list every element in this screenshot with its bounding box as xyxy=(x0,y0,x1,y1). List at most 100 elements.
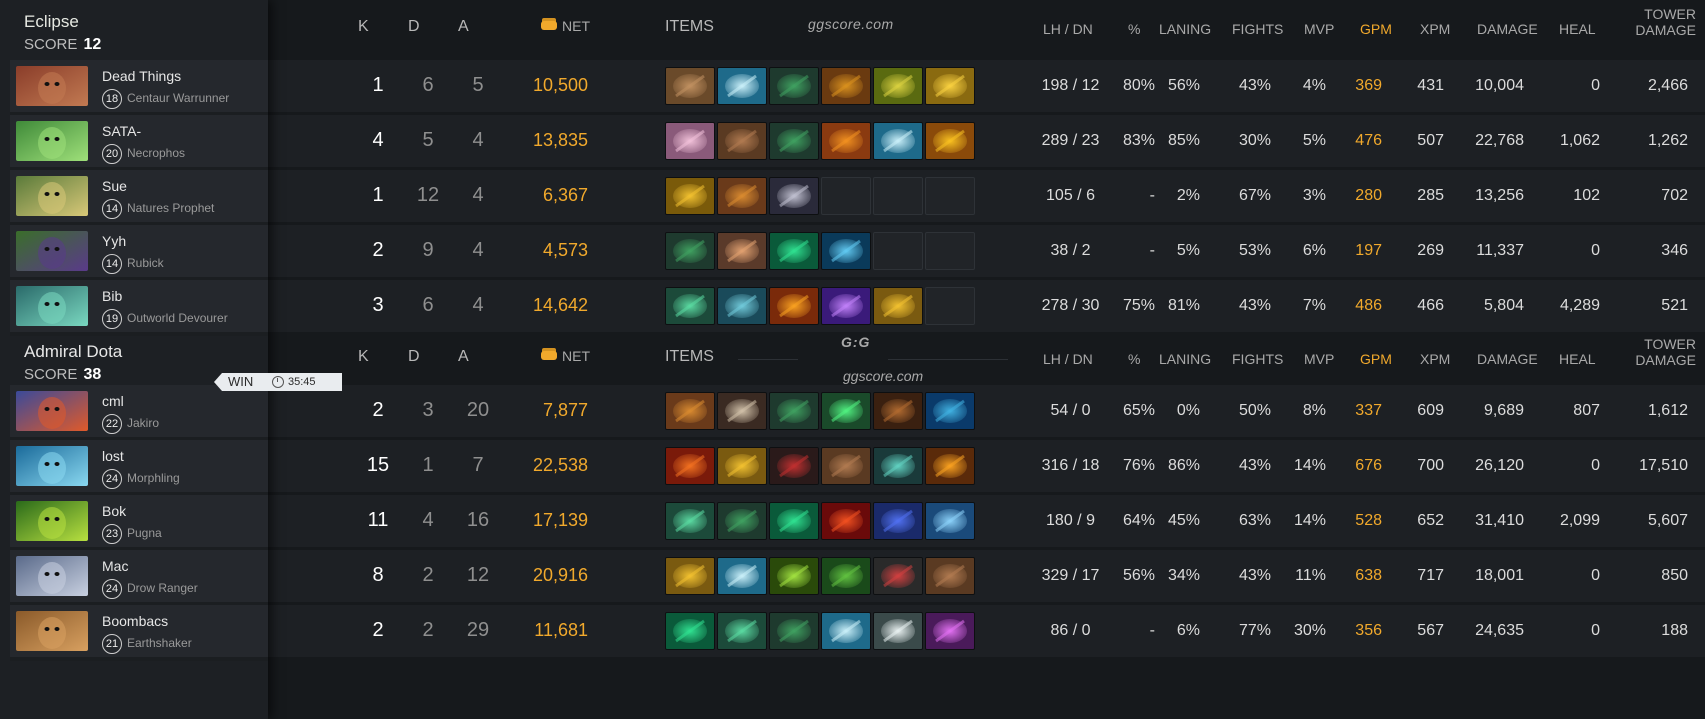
item-orb2-icon[interactable] xyxy=(925,502,975,540)
item-orb-icon[interactable] xyxy=(821,67,871,105)
item-blade-icon[interactable] xyxy=(717,557,767,595)
player-name[interactable]: Bib xyxy=(102,288,122,304)
item-blade-icon[interactable] xyxy=(821,612,871,650)
damage-value: 5,804 xyxy=(1483,297,1524,314)
player-name[interactable]: Mac xyxy=(102,558,128,574)
player-name[interactable]: SATA- xyxy=(102,123,141,139)
player-name[interactable]: Sue xyxy=(102,178,127,194)
player-name[interactable]: Yyh xyxy=(102,233,126,249)
player-name[interactable]: cml xyxy=(102,393,124,409)
player-name[interactable]: lost xyxy=(102,448,124,464)
item-blade-icon[interactable] xyxy=(717,67,767,105)
item-staff-icon[interactable] xyxy=(769,67,819,105)
item-boots2-icon[interactable] xyxy=(717,122,767,160)
ggscore-logo-sub: ggscore.com xyxy=(843,368,924,384)
item-fire2-icon[interactable] xyxy=(769,287,819,325)
player-stats-row[interactable]: 2 3 20 7,877 54 / 0 65% 0% 50% 8% 337 609 9,689 807 1… xyxy=(268,385,1705,441)
hero-level: 14 xyxy=(102,254,122,274)
item-cross-icon[interactable] xyxy=(665,447,715,485)
player-name[interactable]: Bok xyxy=(102,503,126,519)
item-jester-icon[interactable] xyxy=(717,232,767,270)
item-slipper-icon[interactable] xyxy=(769,232,819,270)
fights-value: 43% xyxy=(1238,567,1271,584)
deaths-value: 3 xyxy=(422,399,434,421)
empty-item-slot[interactable] xyxy=(925,177,975,215)
item-globe-icon[interactable] xyxy=(925,392,975,430)
item-wave-icon[interactable] xyxy=(821,232,871,270)
item-staff-icon[interactable] xyxy=(769,392,819,430)
item-fire-icon[interactable] xyxy=(821,122,871,160)
item-dagger-icon[interactable] xyxy=(925,122,975,160)
player-stats-row[interactable]: 15 1 7 22,538 316 / 18 76% 86% 43% 14% 676 700 26,1… xyxy=(268,440,1705,496)
item-eye-icon[interactable] xyxy=(873,447,923,485)
player-card[interactable]: SATA- 20 Necrophos xyxy=(10,115,268,171)
item-cloak-icon[interactable] xyxy=(873,392,923,430)
player-card[interactable]: Bib 19 Outworld Devourer xyxy=(10,280,268,336)
item-gem-icon[interactable] xyxy=(925,67,975,105)
item-flower-icon[interactable] xyxy=(665,122,715,160)
item-lantern-icon[interactable] xyxy=(665,392,715,430)
item-boots2-icon[interactable] xyxy=(925,557,975,595)
item-boots-icon[interactable] xyxy=(665,67,715,105)
item-blade-icon[interactable] xyxy=(873,122,923,160)
item-emerald-icon[interactable] xyxy=(821,392,871,430)
item-staff2-icon[interactable] xyxy=(717,612,767,650)
item-staff2-icon[interactable] xyxy=(665,502,715,540)
empty-item-slot[interactable] xyxy=(873,177,923,215)
player-card[interactable]: lost 24 Morphling xyxy=(10,440,268,496)
player-card[interactable]: Yyh 14 Rubick xyxy=(10,225,268,281)
item-mantle-icon[interactable] xyxy=(873,502,923,540)
item-dark-icon[interactable] xyxy=(769,177,819,215)
player-card[interactable]: Mac 24 Drow Ranger xyxy=(10,550,268,606)
player-card[interactable]: cml 22 Jakiro xyxy=(10,385,268,441)
item-lantern-icon[interactable] xyxy=(717,177,767,215)
percent-value: 75% xyxy=(1122,297,1155,314)
empty-item-slot[interactable] xyxy=(821,177,871,215)
item-boots2-icon[interactable] xyxy=(821,447,871,485)
player-stats-row[interactable]: 8 2 12 20,916 329 / 17 56% 34% 43% 11% 638 717 18,0… xyxy=(268,550,1705,606)
item-tread-icon[interactable] xyxy=(717,287,767,325)
item-staff-icon[interactable] xyxy=(717,502,767,540)
player-stats-row[interactable]: 2 9 4 4,573 38 / 2-5% 53% 6% 197 269 11,337 0 346 xyxy=(268,225,1705,281)
player-stats-row[interactable]: 1 6 5 10,500 198 / 12 80% 56% 43% 4% 369 431 10,004… xyxy=(268,60,1705,116)
item-pink-icon[interactable] xyxy=(925,612,975,650)
hero-name: Natures Prophet xyxy=(127,201,215,215)
item-staff2-icon[interactable] xyxy=(665,287,715,325)
item-sun-icon[interactable] xyxy=(925,447,975,485)
header-tower-line2: DAMAGE xyxy=(1635,352,1696,368)
tower-damage-value: 2,466 xyxy=(1647,77,1688,94)
empty-item-slot[interactable] xyxy=(873,232,923,270)
empty-item-slot[interactable] xyxy=(925,232,975,270)
player-card[interactable]: Bok 23 Pugna xyxy=(10,495,268,551)
item-leaf-icon[interactable] xyxy=(821,557,871,595)
item-slipper-icon[interactable] xyxy=(769,502,819,540)
player-stats-row[interactable]: 2 2 29 11,681 86 / 0-6% 77% 30% 356 567 24,635 0 18… xyxy=(268,605,1705,661)
player-card[interactable]: Dead Things 18 Centaur Warrunner xyxy=(10,60,268,116)
player-stats-row[interactable]: 1 12 4 6,367 105 / 6-2% 67% 3% 280 285 13,256 102 7… xyxy=(268,170,1705,226)
player-name[interactable]: Boombacs xyxy=(102,613,168,629)
player-stats-row[interactable]: 3 6 4 14,642 278 / 30 75% 81% 43% 7% 486 466 5,804 4… xyxy=(268,280,1705,336)
empty-item-slot[interactable] xyxy=(925,287,975,325)
item-spear-icon[interactable] xyxy=(821,502,871,540)
item-purple-icon[interactable] xyxy=(821,287,871,325)
player-name[interactable]: Dead Things xyxy=(102,68,181,84)
item-helm2-icon[interactable] xyxy=(665,557,715,595)
item-slipper-icon[interactable] xyxy=(665,612,715,650)
item-claw-icon[interactable] xyxy=(873,557,923,595)
player-card[interactable]: Sue 14 Natures Prophet xyxy=(10,170,268,226)
player-stats-row[interactable]: 11 4 16 17,139 180 / 9 64% 45% 63% 14% 528 652 31,4… xyxy=(268,495,1705,551)
player-card[interactable]: Boombacs 21 Earthshaker xyxy=(10,605,268,661)
item-staff-icon[interactable] xyxy=(769,122,819,160)
item-helm2-icon[interactable] xyxy=(873,287,923,325)
item-staff-icon[interactable] xyxy=(769,612,819,650)
item-gold-icon[interactable] xyxy=(665,177,715,215)
item-helm2-icon[interactable] xyxy=(717,447,767,485)
item-mask-icon[interactable] xyxy=(769,447,819,485)
item-greenblade-icon[interactable] xyxy=(769,557,819,595)
item-staff-icon[interactable] xyxy=(665,232,715,270)
item-wind-icon[interactable] xyxy=(873,612,923,650)
player-stats-row[interactable]: 4 5 4 13,835 289 / 23 83% 85% 30% 5% 476 507 22,768… xyxy=(268,115,1705,171)
hero-name: Morphling xyxy=(127,471,180,485)
item-axe-icon[interactable] xyxy=(717,392,767,430)
item-helm-icon[interactable] xyxy=(873,67,923,105)
